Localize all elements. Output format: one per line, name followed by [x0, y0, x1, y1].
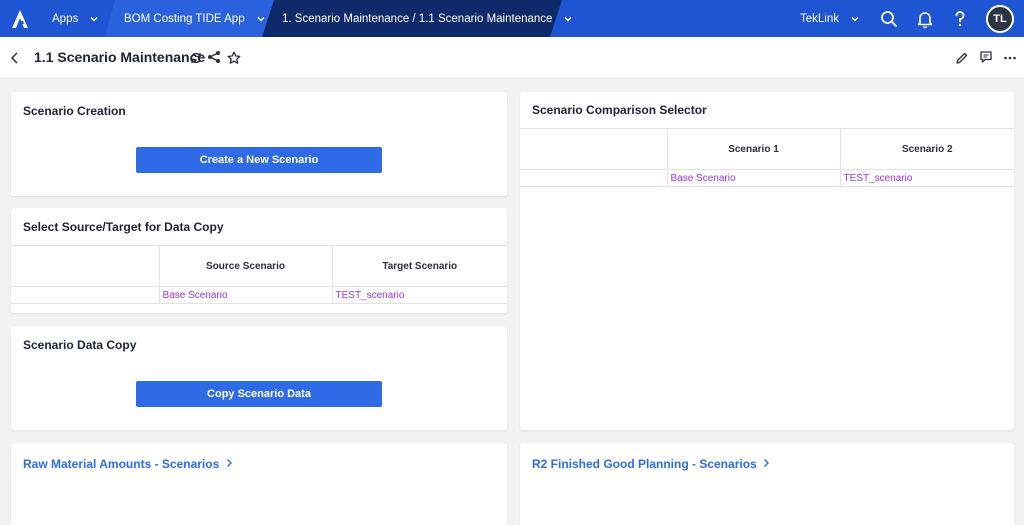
user-avatar[interactable]: TL: [986, 5, 1014, 33]
data-copy-select-title: Select Source/Target for Data Copy: [23, 220, 224, 234]
tenant-selector[interactable]: TekLink: [800, 0, 859, 37]
data-copy-select-grid: Source Scenario Target Scenario Base Sce…: [11, 245, 507, 304]
star-icon[interactable]: [227, 51, 241, 65]
comparison-grid: Scenario 1 Scenario 2 Base Scenario TEST…: [520, 128, 1014, 187]
comment-icon[interactable]: [979, 50, 993, 64]
source-scenario-cell[interactable]: Base Scenario: [158, 286, 333, 304]
table-row: Base Scenario TEST_scenario: [520, 169, 1014, 187]
chevron-right-icon: [764, 459, 770, 467]
scenario-creation-card: Scenario Creation Create a New Scenario: [11, 92, 507, 196]
chevron-down-icon: [851, 16, 859, 22]
raw-material-link-label: Raw Material Amounts - Scenarios: [23, 457, 220, 471]
help-icon[interactable]: [950, 9, 970, 29]
comparison-selector-title: Scenario Comparison Selector: [532, 103, 707, 117]
edit-icon[interactable]: [955, 51, 969, 65]
current-page-name: 1. Scenario Maintenance / 1.1 Scenario M…: [282, 12, 553, 25]
row-label-cell: [11, 286, 160, 304]
raw-material-card: Raw Material Amounts - Scenarios: [11, 443, 507, 525]
app-breadcrumb[interactable]: BOM Costing TIDE App: [124, 0, 265, 37]
anaplan-logo-icon[interactable]: [10, 9, 30, 29]
page-breadcrumb[interactable]: 1. Scenario Maintenance / 1.1 Scenario M…: [282, 0, 572, 37]
target-scenario-cell[interactable]: TEST_scenario: [331, 286, 507, 304]
apps-menu[interactable]: Apps: [52, 0, 98, 37]
tenant-name: TekLink: [800, 12, 839, 25]
page-title: 1.1 Scenario Maintenance: [34, 49, 206, 65]
source-scenario-header: Source Scenario: [158, 245, 333, 287]
raw-material-link[interactable]: Raw Material Amounts - Scenarios: [23, 457, 233, 471]
back-icon[interactable]: [9, 51, 21, 65]
chevron-down-icon: [564, 16, 572, 22]
app-name: BOM Costing TIDE App: [124, 12, 245, 25]
search-icon[interactable]: [879, 9, 899, 29]
apps-label: Apps: [52, 12, 79, 25]
scenario-1-cell[interactable]: Base Scenario: [666, 169, 841, 187]
chevron-down-icon: [257, 16, 265, 22]
finished-good-link-label: R2 Finished Good Planning - Scenarios: [532, 457, 757, 471]
create-scenario-button[interactable]: Create a New Scenario: [136, 147, 382, 173]
grid-corner-cell: [520, 128, 668, 170]
finished-good-link[interactable]: R2 Finished Good Planning - Scenarios: [532, 457, 770, 471]
grid-header-row: Scenario 1 Scenario 2: [520, 128, 1014, 170]
bell-icon[interactable]: [915, 9, 935, 29]
scenario-2-cell[interactable]: TEST_scenario: [839, 169, 1014, 187]
grid-corner-cell: [11, 245, 160, 287]
scenario-data-copy-card: Scenario Data Copy Copy Scenario Data: [11, 326, 507, 430]
table-row: Base Scenario TEST_scenario: [11, 286, 507, 304]
more-icon[interactable]: [1003, 51, 1017, 65]
finished-good-card: R2 Finished Good Planning - Scenarios: [520, 443, 1014, 525]
chevron-right-icon: [226, 459, 232, 467]
row-label-cell: [520, 169, 668, 187]
page-header: 1.1 Scenario Maintenance: [0, 37, 1024, 79]
top-nav-bar: Apps BOM Costing TIDE App 1. Scenario Ma…: [0, 0, 1024, 37]
share-icon[interactable]: [207, 50, 221, 64]
copy-scenario-data-button[interactable]: Copy Scenario Data: [136, 381, 382, 407]
chevron-down-icon: [90, 16, 98, 22]
target-scenario-header: Target Scenario: [331, 245, 507, 287]
scenario-data-copy-title: Scenario Data Copy: [23, 338, 137, 352]
refresh-icon[interactable]: [189, 51, 203, 65]
scenario-creation-title: Scenario Creation: [23, 104, 126, 118]
grid-header-row: Source Scenario Target Scenario: [11, 245, 507, 287]
scenario-1-header: Scenario 1: [666, 128, 841, 170]
comparison-selector-card: Scenario Comparison Selector Scenario 1 …: [520, 92, 1014, 430]
data-copy-select-card: Select Source/Target for Data Copy Sourc…: [11, 208, 507, 313]
scenario-2-header: Scenario 2: [839, 128, 1014, 170]
